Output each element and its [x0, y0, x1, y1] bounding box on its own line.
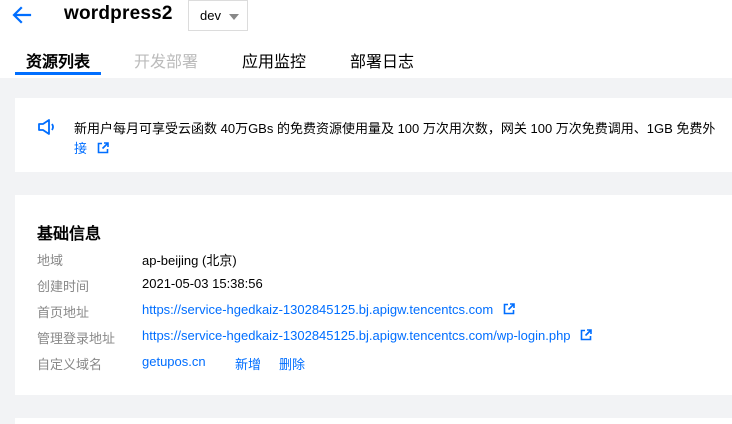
tab-resource-list[interactable]: 资源列表 [26, 48, 90, 72]
env-select-value: dev [200, 8, 221, 23]
custom-domain-label: 自定义域名 [37, 357, 103, 372]
info-row-admin-login: 管理登录地址 https://service-hgedkaiz-13028451… [37, 328, 727, 348]
speaker-icon [38, 119, 54, 135]
region-label: 地域 [37, 253, 64, 268]
admin-login-label: 管理登录地址 [37, 331, 116, 346]
info-row-region: 地域 ap-beijing (北京) [37, 250, 727, 270]
back-button[interactable] [10, 4, 34, 26]
page-header: wordpress2 dev 资源列表 开发部署 应用监控 部署日志 [0, 0, 732, 78]
info-row-homepage: 首页地址 https://service-hgedkaiz-1302845125… [37, 302, 727, 322]
homepage-url-text: https://service-hgedkaiz-1302845125.bj.a… [142, 302, 494, 317]
arrow-left-icon [12, 6, 32, 24]
app-title: wordpress2 [64, 3, 173, 24]
active-tab-indicator [15, 72, 101, 75]
admin-login-url-text: https://service-hgedkaiz-1302845125.bj.a… [142, 328, 571, 343]
region-value: ap-beijing (北京) [142, 253, 237, 268]
notice-link-label: 接 [74, 141, 88, 156]
homepage-url-link[interactable]: https://service-hgedkaiz-1302845125.bj.a… [142, 302, 515, 317]
admin-login-link[interactable]: https://service-hgedkaiz-1302845125.bj.a… [142, 328, 592, 343]
basic-info-title: 基础信息 [37, 226, 102, 243]
next-card [15, 418, 732, 424]
tab-deploy-log[interactable]: 部署日志 [350, 48, 414, 72]
tab-dev-deploy: 开发部署 [134, 54, 199, 71]
info-row-created: 创建时间 2021-05-03 15:38:56 [37, 276, 727, 296]
env-select[interactable]: dev [188, 0, 248, 31]
created-time-label: 创建时间 [37, 279, 90, 294]
homepage-url-label: 首页地址 [37, 305, 90, 320]
caret-down-icon [229, 14, 239, 20]
notice-text: 新用户每月可享受云函数 40万GBs 的免费资源使用量及 100 万次用次数，网… [74, 121, 716, 136]
delete-domain-button[interactable]: 删除 [279, 354, 305, 373]
external-link-icon [503, 303, 515, 315]
tab-app-monitor[interactable]: 应用监控 [242, 48, 306, 72]
external-link-icon [580, 329, 592, 341]
external-link-icon [97, 142, 109, 154]
tab-bar: 资源列表 开发部署 应用监控 部署日志 [0, 48, 732, 74]
created-time-value: 2021-05-03 15:38:56 [142, 276, 263, 291]
notice-link[interactable]: 接 [74, 138, 109, 157]
add-domain-button[interactable]: 新增 [235, 354, 261, 373]
info-row-custom-domain: 自定义域名 getupos.cn 新增 删除 [37, 354, 727, 374]
basic-info-card: 基础信息 地域 ap-beijing (北京) 创建时间 2021-05-03 … [15, 195, 732, 395]
notice-card: 新用户每月可享受云函数 40万GBs 的免费资源使用量及 100 万次用次数，网… [15, 98, 732, 172]
custom-domain-link[interactable]: getupos.cn [142, 354, 206, 369]
